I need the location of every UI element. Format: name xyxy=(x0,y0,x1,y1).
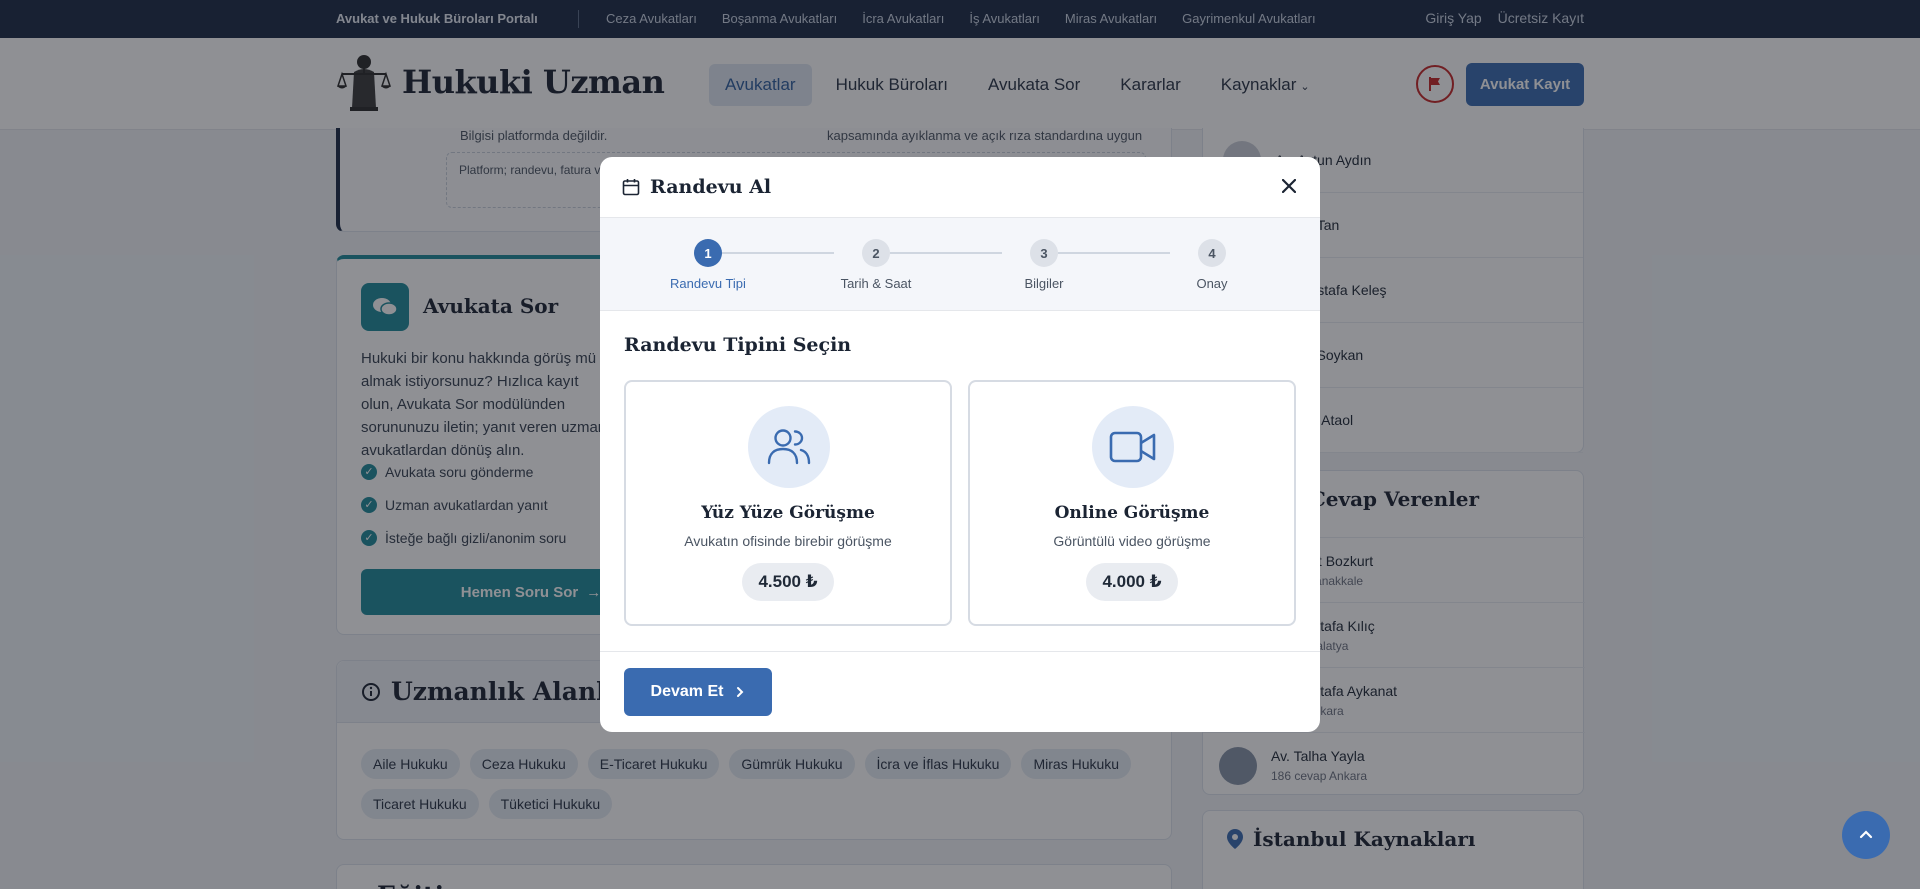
continue-button[interactable]: Devam Et xyxy=(624,668,772,716)
chevron-up-icon xyxy=(1859,830,1873,839)
users-icon xyxy=(748,406,830,488)
step-number: 4 xyxy=(1198,239,1226,267)
step-label: Onay xyxy=(1196,276,1228,291)
option-price: 4.500 ₺ xyxy=(742,563,834,601)
step-number: 3 xyxy=(1030,239,1058,267)
option-title: Yüz Yüze Görüşme xyxy=(701,503,875,523)
option-in-person[interactable]: Yüz Yüze Görüşme Avukatın ofisinde bireb… xyxy=(624,380,952,626)
appointment-stepper: 1 Randevu Tipi 2 Tarih & Saat 3 Bilgiler… xyxy=(600,218,1320,311)
step-label: Randevu Tipi xyxy=(670,276,746,291)
step-3: 3 Bilgiler xyxy=(974,239,1114,291)
modal-footer: Devam Et xyxy=(600,651,1320,732)
continue-label: Devam Et xyxy=(650,683,724,700)
option-description: Avukatın ofisinde birebir görüşme xyxy=(684,533,892,549)
section-title: Randevu Tipini Seçin xyxy=(624,334,852,356)
option-description: Görüntülü video görüşme xyxy=(1053,533,1211,549)
step-number: 1 xyxy=(694,239,722,267)
chevron-right-icon xyxy=(737,687,744,697)
step-label: Bilgiler xyxy=(1024,276,1064,291)
step-label: Tarih & Saat xyxy=(840,276,912,291)
modal-header: Randevu Al xyxy=(600,157,1320,218)
close-icon xyxy=(1282,179,1296,193)
modal-close-button[interactable] xyxy=(1278,175,1300,197)
modal-title: Randevu Al xyxy=(650,176,772,198)
step-2: 2 Tarih & Saat xyxy=(806,239,946,291)
scroll-to-top-button[interactable] xyxy=(1842,811,1890,859)
option-price: 4.000 ₺ xyxy=(1086,563,1178,601)
calendar-icon xyxy=(622,179,640,196)
option-title: Online Görüşme xyxy=(1054,503,1210,523)
option-online[interactable]: Online Görüşme Görüntülü video görüşme 4… xyxy=(968,380,1296,626)
step-4: 4 Onay xyxy=(1142,239,1282,291)
step-number: 2 xyxy=(862,239,890,267)
video-camera-icon xyxy=(1092,406,1174,488)
appointment-modal: Randevu Al 1 Randevu Tipi 2 Tarih & Saat… xyxy=(600,157,1320,732)
step-1: 1 Randevu Tipi xyxy=(638,239,778,291)
